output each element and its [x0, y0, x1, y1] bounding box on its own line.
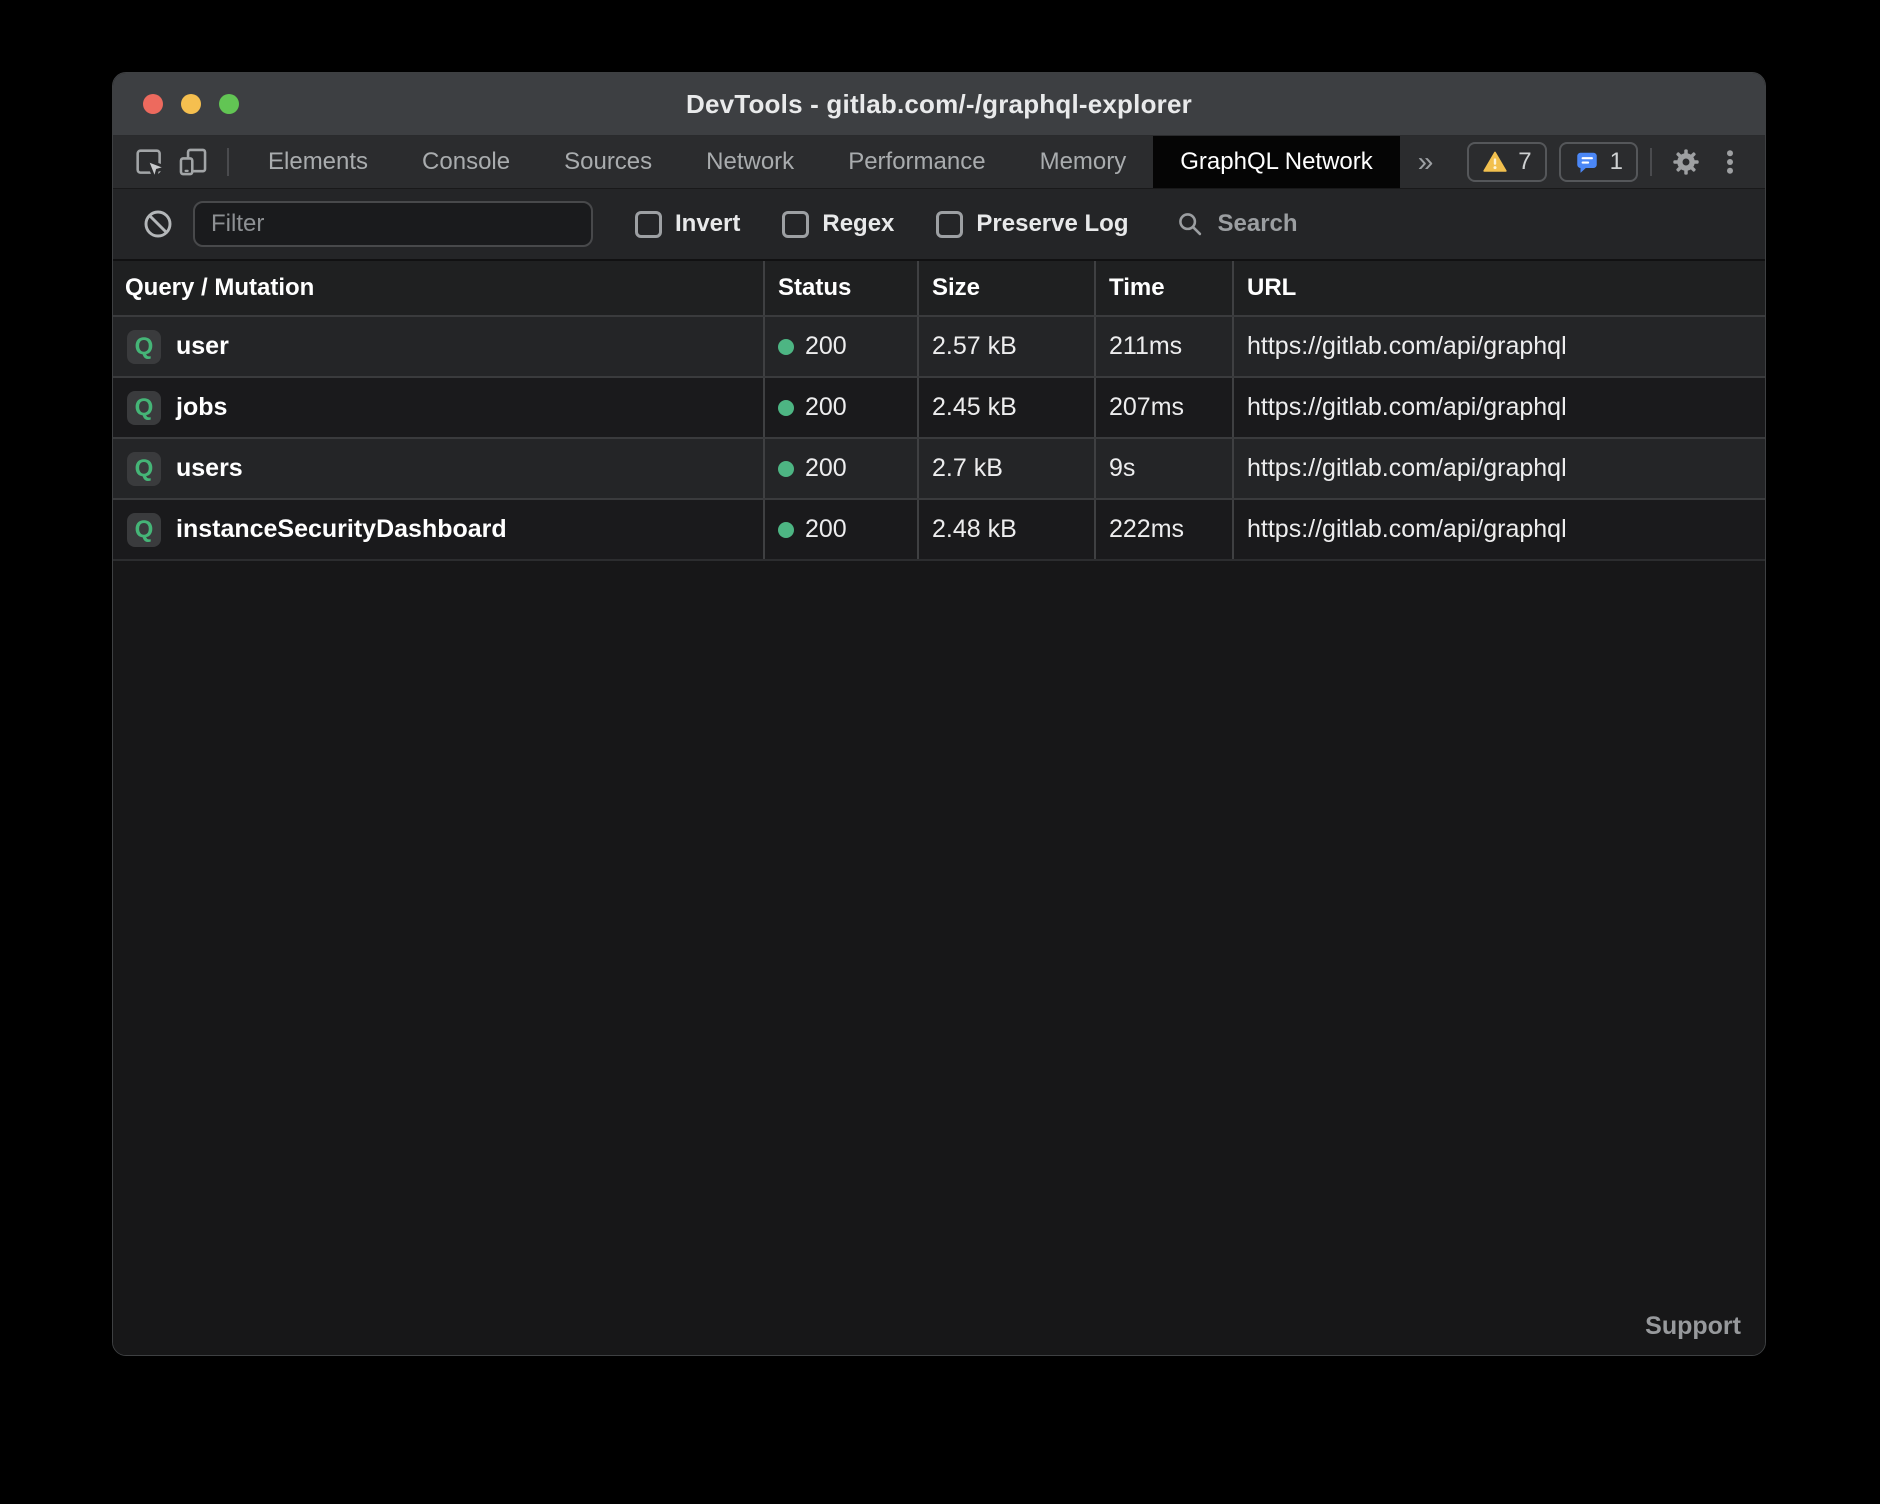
table-row[interactable]: Q user 200 2.57 kB 211ms https://gitlab.… [113, 317, 1765, 378]
table-row[interactable]: Q instanceSecurityDashboard 200 2.48 kB … [113, 500, 1765, 561]
request-time: 9s [1096, 439, 1234, 498]
status-ok-dot [778, 522, 794, 538]
request-time: 207ms [1096, 378, 1234, 437]
clear-requests-button[interactable] [139, 205, 177, 243]
regex-checkbox[interactable] [782, 211, 809, 238]
request-size: 2.57 kB [919, 317, 1096, 376]
badge-divider [1650, 148, 1652, 176]
query-name: user [176, 332, 229, 361]
request-url: https://gitlab.com/api/graphql [1234, 439, 1765, 498]
status-ok-dot [778, 461, 794, 477]
tab-graphql-network[interactable]: GraphQL Network [1153, 136, 1400, 188]
tab-network[interactable]: Network [679, 136, 821, 188]
status-code: 200 [805, 332, 847, 361]
table-row[interactable]: Q jobs 200 2.45 kB 207ms https://gitlab.… [113, 378, 1765, 439]
preserve-log-label: Preserve Log [976, 210, 1128, 238]
request-time: 211ms [1096, 317, 1234, 376]
gear-icon [1670, 146, 1702, 178]
issues-count: 1 [1610, 148, 1623, 176]
request-url: https://gitlab.com/api/graphql [1234, 317, 1765, 376]
request-size: 2.48 kB [919, 500, 1096, 559]
preserve-log-checkbox-group: Preserve Log [936, 210, 1128, 238]
zoom-button[interactable] [219, 94, 239, 114]
request-size: 2.45 kB [919, 378, 1096, 437]
regex-checkbox-group: Regex [782, 210, 894, 238]
regex-label: Regex [822, 210, 894, 238]
column-header-query-mutation[interactable]: Query / Mutation [113, 261, 765, 315]
request-url: https://gitlab.com/api/graphql [1234, 500, 1765, 559]
more-tabs-button[interactable]: » [1400, 146, 1452, 178]
query-type-badge: Q [127, 391, 161, 425]
issues-badge[interactable]: 1 [1559, 142, 1638, 182]
warning-icon [1482, 149, 1508, 175]
column-header-size[interactable]: Size [919, 261, 1096, 315]
window-title: DevTools - gitlab.com/-/graphql-explorer [686, 89, 1192, 120]
search-label: Search [1217, 210, 1297, 238]
invert-checkbox-group: Invert [635, 210, 740, 238]
request-size: 2.7 kB [919, 439, 1096, 498]
query-name: instanceSecurityDashboard [176, 515, 507, 544]
request-time: 222ms [1096, 500, 1234, 559]
column-header-url[interactable]: URL [1234, 261, 1765, 315]
invert-checkbox[interactable] [635, 211, 662, 238]
request-url: https://gitlab.com/api/graphql [1234, 378, 1765, 437]
tab-elements[interactable]: Elements [241, 136, 395, 188]
query-type-badge: Q [127, 330, 161, 364]
warnings-badge[interactable]: 7 [1467, 142, 1546, 182]
tab-memory[interactable]: Memory [1013, 136, 1154, 188]
query-name: users [176, 454, 243, 483]
close-button[interactable] [143, 94, 163, 114]
support-link[interactable]: Support [1645, 1312, 1741, 1341]
minimize-button[interactable] [181, 94, 201, 114]
column-header-time[interactable]: Time [1096, 261, 1234, 315]
status-code: 200 [805, 393, 847, 422]
table-row[interactable]: Q users 200 2.7 kB 9s https://gitlab.com… [113, 439, 1765, 500]
tab-console[interactable]: Console [395, 136, 537, 188]
status-code: 200 [805, 454, 847, 483]
device-toolbar-icon [176, 145, 210, 179]
requests-table-header: Query / Mutation Status Size Time URL [113, 259, 1765, 317]
devtools-tab-bar: Elements Console Sources Network Perform… [113, 136, 1765, 188]
search-icon [1176, 210, 1204, 238]
kebab-menu-icon [1715, 147, 1745, 177]
filter-input[interactable] [193, 201, 593, 247]
tab-performance[interactable]: Performance [821, 136, 1012, 188]
search-control[interactable]: Search [1176, 210, 1297, 238]
traffic-lights [143, 73, 239, 135]
block-icon [142, 208, 174, 240]
results-empty-area: Support [113, 561, 1765, 1355]
inspect-element-button[interactable] [130, 143, 168, 181]
status-ok-dot [778, 400, 794, 416]
query-type-badge: Q [127, 513, 161, 547]
query-type-badge: Q [127, 452, 161, 486]
warnings-count: 7 [1518, 148, 1531, 176]
settings-button[interactable] [1667, 143, 1705, 181]
status-code: 200 [805, 515, 847, 544]
query-name: jobs [176, 393, 227, 422]
devtools-window: DevTools - gitlab.com/-/graphql-explorer… [112, 72, 1766, 1356]
column-header-status[interactable]: Status [765, 261, 919, 315]
filter-toolbar: Invert Regex Preserve Log Search [113, 188, 1765, 259]
tab-sources[interactable]: Sources [537, 136, 679, 188]
preserve-log-checkbox[interactable] [936, 211, 963, 238]
invert-label: Invert [675, 210, 740, 238]
title-bar: DevTools - gitlab.com/-/graphql-explorer [113, 73, 1765, 136]
toolbar-divider [227, 148, 229, 176]
device-toolbar-button[interactable] [174, 143, 212, 181]
menu-button[interactable] [1711, 143, 1749, 181]
status-ok-dot [778, 339, 794, 355]
inspect-icon [132, 145, 166, 179]
message-icon [1574, 149, 1600, 175]
